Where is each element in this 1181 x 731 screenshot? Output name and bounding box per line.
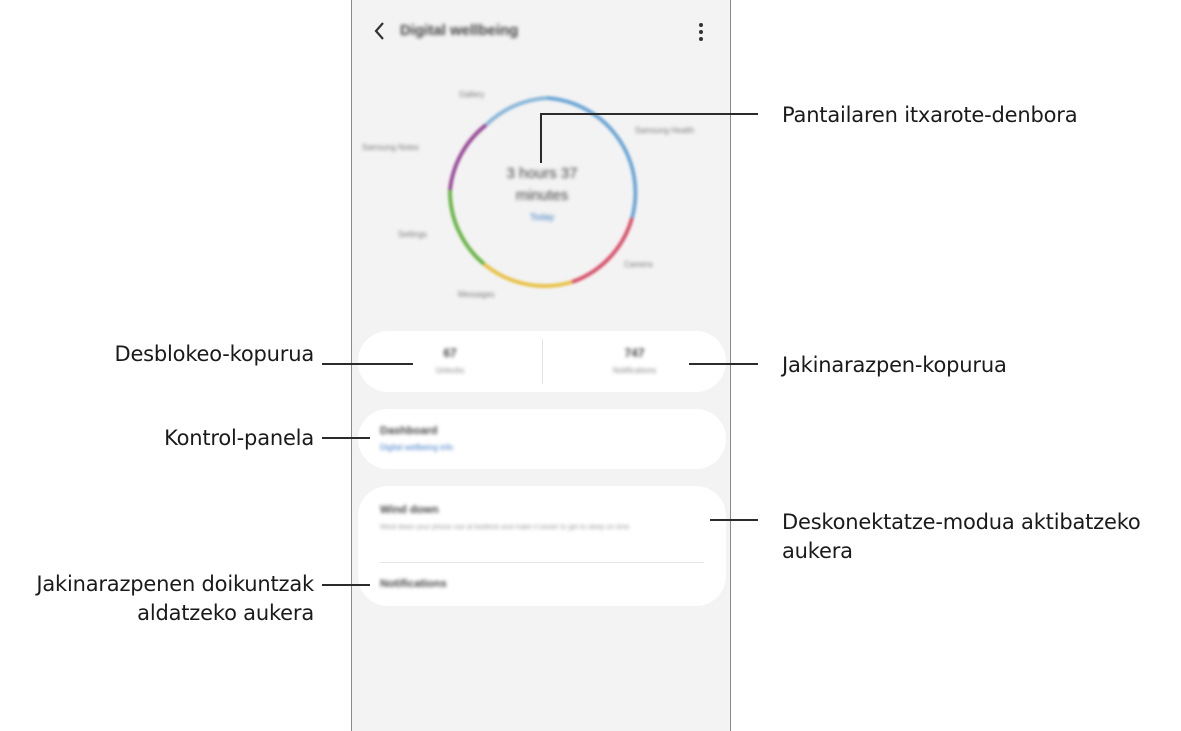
leader-line-notifications-count bbox=[689, 363, 758, 365]
stats-card: 67 Unlocks 747 Notifications bbox=[358, 331, 726, 392]
dashboard-card[interactable]: Dashboard Digital wellbeing info bbox=[358, 409, 726, 469]
settings-card: Wind down Wind down your phone use at be… bbox=[358, 486, 726, 606]
ring-label-messages: Messages bbox=[458, 290, 495, 299]
unlocks-stat[interactable]: 67 Unlocks bbox=[358, 331, 542, 392]
callout-screen-time: Pantailaren itxarote-denbora bbox=[782, 103, 1078, 127]
callout-dashboard: Kontrol-panela bbox=[164, 426, 314, 450]
leader-line-wind-down bbox=[710, 519, 758, 521]
notifications-stat[interactable]: 747 Notifications bbox=[543, 331, 726, 392]
phone-screen: Digital wellbeing 3 hours 37 minutes Tod… bbox=[351, 0, 731, 731]
more-vertical-icon bbox=[699, 23, 703, 41]
wind-down-description: Wind down your phone use at bedtime and … bbox=[380, 524, 630, 531]
dashboard-subtitle: Digital wellbeing info bbox=[380, 443, 453, 452]
ring-center-value: 3 hours 37 minutes bbox=[506, 165, 578, 204]
leader-line-unlocks bbox=[322, 363, 413, 365]
callout-wind-down: Deskonektatze-modua aktibatzeko aukera bbox=[782, 508, 1141, 566]
ring-segment-camera bbox=[571, 217, 634, 284]
ring-segment-gallery bbox=[484, 96, 548, 127]
notifications-row[interactable]: Notifications bbox=[358, 563, 726, 606]
wind-down-title: Wind down bbox=[380, 504, 439, 516]
ring-label-gallery: Gallery bbox=[459, 90, 485, 99]
unlocks-value: 67 bbox=[443, 346, 457, 360]
back-button[interactable] bbox=[372, 18, 392, 46]
ring-segment-settings bbox=[447, 189, 486, 266]
callout-wind-down-line1: Deskonektatze-modua aktibatzeko bbox=[782, 510, 1141, 534]
dashboard-title: Dashboard bbox=[380, 425, 438, 437]
callout-wind-down-line2: aukera bbox=[782, 539, 853, 563]
ring-label-settings: Settings bbox=[398, 230, 427, 239]
callout-unlocks: Desblokeo-kopurua bbox=[114, 342, 314, 366]
ring-segment-samsung-notes bbox=[448, 123, 488, 191]
back-arrow-icon bbox=[374, 22, 384, 40]
leader-line-dashboard bbox=[322, 437, 370, 439]
unlocks-label: Unlocks bbox=[435, 366, 465, 375]
notifications-label: Notifications bbox=[612, 366, 657, 375]
app-title: Digital wellbeing bbox=[400, 22, 519, 39]
leader-line-screen-time-vertical bbox=[540, 113, 542, 163]
callout-notif-settings-line1: Jakinarazpenen doikuntzak bbox=[36, 572, 314, 596]
ring-label-samsung-health: Samsung Health bbox=[635, 126, 695, 135]
wind-down-row[interactable]: Wind down Wind down your phone use at be… bbox=[358, 486, 726, 562]
callout-notif-settings: Jakinarazpenen doikuntzak aldatzeko auke… bbox=[0, 570, 314, 628]
notifications-row-label: Notifications bbox=[380, 578, 447, 590]
more-options-button[interactable] bbox=[695, 19, 707, 45]
callout-notifications-count: Jakinarazpen-kopurua bbox=[782, 353, 1007, 377]
notifications-value: 747 bbox=[624, 346, 645, 360]
leader-line-screen-time bbox=[540, 113, 758, 115]
leader-line-notif-settings bbox=[322, 584, 370, 586]
ring-label-camera: Camera bbox=[624, 260, 653, 269]
ring-segment-messages bbox=[482, 262, 573, 288]
ring-label-samsung-notes: Samsung Notes bbox=[362, 143, 419, 152]
ring-center-sub: Today bbox=[529, 212, 555, 222]
callout-notif-settings-line2: aldatzeko aukera bbox=[137, 601, 314, 625]
